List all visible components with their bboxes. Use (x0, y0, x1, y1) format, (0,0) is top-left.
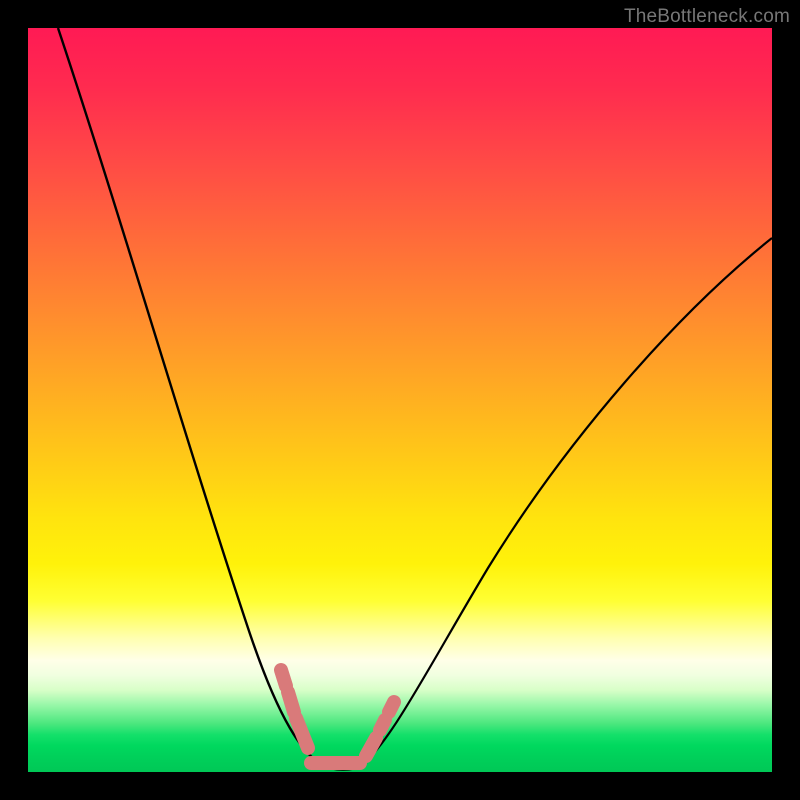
bottleneck-curve (28, 28, 772, 772)
marker-r2 (380, 720, 385, 730)
curve-right (358, 238, 772, 768)
marker-l3 (296, 718, 308, 748)
marker-r1 (366, 738, 376, 756)
chart-frame (28, 28, 772, 772)
marker-group (281, 670, 394, 763)
marker-l2 (288, 692, 294, 712)
marker-r3 (389, 702, 394, 712)
curve-left (58, 28, 328, 768)
watermark-text: TheBottleneck.com (624, 6, 790, 28)
marker-l1 (281, 670, 286, 686)
